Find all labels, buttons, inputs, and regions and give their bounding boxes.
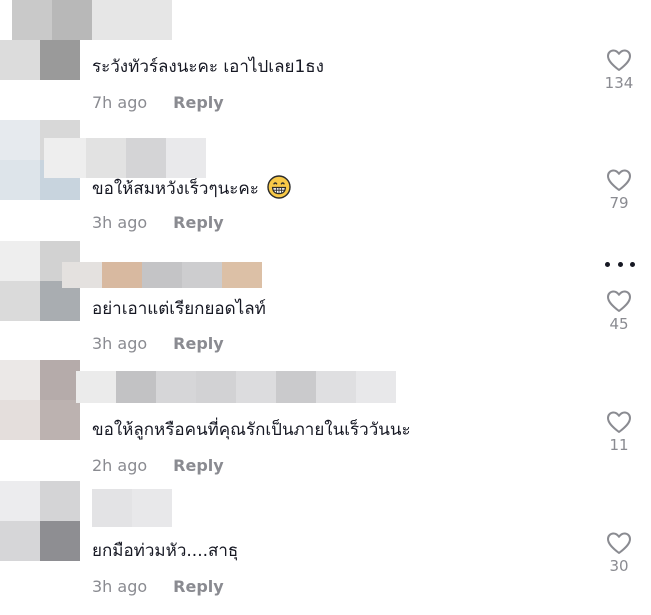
avatar[interactable] [0,481,80,561]
comment-text: ขอให้สมหวังเร็วๆนะคะ [92,175,291,201]
like-count: 45 [609,315,629,333]
comment-item: ขอให้ลูกหรือคนที่คุณรักเป็นภายในเร็ววันน… [0,360,651,481]
grinning-face-emoji [267,175,291,199]
like-button[interactable]: 11 [599,410,639,454]
reply-button[interactable]: Reply [173,334,224,353]
like-button[interactable]: 45 [599,289,639,333]
more-dots-icon [605,262,610,267]
avatar[interactable] [0,360,80,440]
comment-text: ยกมือท่วมหัว....สาธุ [92,541,239,561]
like-button[interactable]: 30 [599,531,639,575]
comment-timestamp: 3h ago [92,577,148,596]
comment-text: อย่าเอาแต่เรียกยอดไลท์ [92,299,266,319]
comment-text: ระวังทัวร์ลงนะคะ เอาไปเลย1ธง [92,57,324,77]
heart-outline-icon [607,49,631,71]
like-count: 11 [609,436,629,454]
comment-item: ระวังทัวร์ลงนะคะ เอาไปเลย1ธง 7h ago Reply… [0,0,651,120]
name-blur [44,138,206,178]
heart-outline-icon [607,411,631,433]
like-count: 134 [604,74,634,92]
heart-outline-icon [607,169,631,191]
heart-outline-icon [607,532,631,554]
comment-timestamp: 2h ago [92,456,148,475]
comment-item: ขอให้สมหวังเร็วๆนะคะ 3h ago Reply 79 [0,120,651,241]
comment-timestamp: 7h ago [92,93,148,112]
comment-item: อย่าเอาแต่เรียกยอดไลท์ 3h ago Reply 45 [0,241,651,360]
like-button[interactable]: 79 [599,168,639,212]
reply-button[interactable]: Reply [173,213,224,232]
comment-item: ยกมือท่วมหัว....สาธุ 3h ago Reply 30 [0,481,651,615]
avatar[interactable] [0,40,80,80]
comment-timestamp: 3h ago [92,213,148,232]
comment-timestamp: 3h ago [92,334,148,353]
name-blur [62,262,262,288]
like-button[interactable]: 134 [599,48,639,92]
like-count: 79 [609,194,629,212]
reply-button[interactable]: Reply [173,93,224,112]
more-options-button[interactable] [605,262,635,267]
reply-button[interactable]: Reply [173,577,224,596]
name-blur [92,489,172,527]
comment-text: ขอให้ลูกหรือคนที่คุณรักเป็นภายในเร็ววันน… [92,420,411,440]
like-count: 30 [609,557,629,575]
heart-outline-icon [607,290,631,312]
reply-button[interactable]: Reply [173,456,224,475]
name-blur [76,371,396,403]
